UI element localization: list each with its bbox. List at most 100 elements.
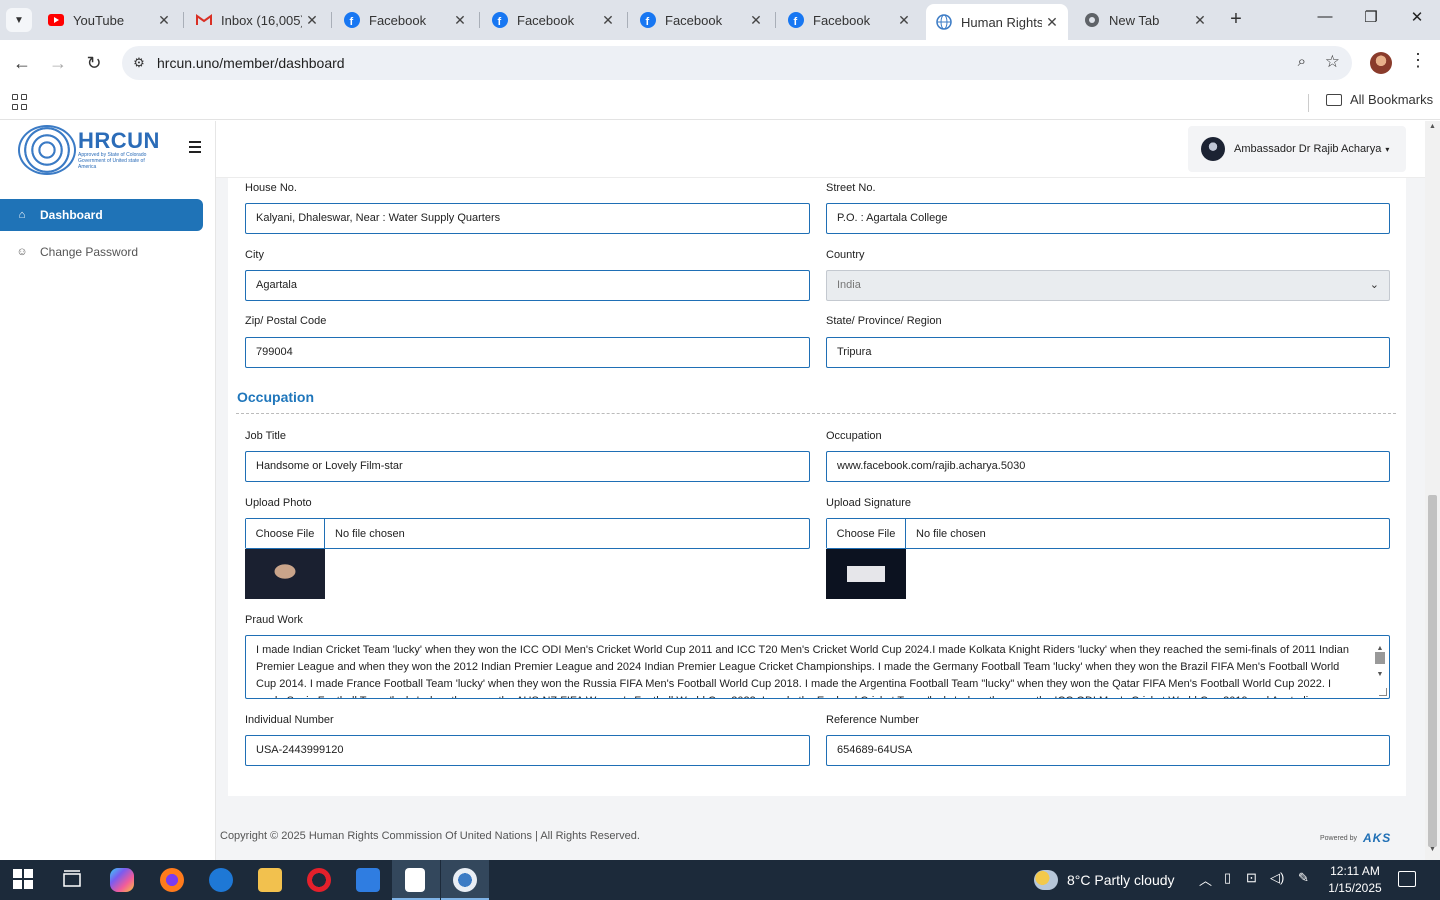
sidebar-item-change-password[interactable]: ☺ Change Password bbox=[0, 236, 203, 268]
tab-facebook-3[interactable]: f Facebook ✕ bbox=[630, 4, 772, 36]
close-tab-icon[interactable]: ✕ bbox=[894, 12, 914, 29]
system-clock[interactable]: 12:11 AM 1/15/2025 bbox=[1322, 863, 1388, 897]
microsoft-store-icon[interactable] bbox=[356, 868, 380, 892]
windows-taskbar: 8°C Partly cloudy ︿ ▯ ⊡ ◁) ✎ 12:11 AM 1/… bbox=[0, 860, 1440, 900]
opera-icon[interactable] bbox=[307, 868, 331, 892]
reference-number-field[interactable]: 654689-64USA bbox=[826, 735, 1390, 766]
occupation-field[interactable]: www.facebook.com/rajib.acharya.5030 bbox=[826, 451, 1390, 482]
resize-grip-icon[interactable] bbox=[1379, 688, 1387, 696]
close-tab-icon[interactable]: ✕ bbox=[154, 12, 174, 29]
all-bookmarks-button[interactable]: All Bookmarks bbox=[1326, 92, 1433, 107]
profile-avatar[interactable] bbox=[1370, 52, 1392, 74]
street-field[interactable]: P.O. : Agartala College bbox=[826, 203, 1390, 234]
close-tab-icon[interactable]: ✕ bbox=[1190, 12, 1210, 29]
individual-number-field[interactable]: USA-2443999120 bbox=[245, 735, 810, 766]
textarea-scrollbar[interactable]: ▲ ▼ bbox=[1374, 640, 1386, 690]
weather-widget[interactable]: 8°C Partly cloudy bbox=[1034, 870, 1175, 890]
tab-facebook-4[interactable]: f Facebook ✕ bbox=[778, 4, 920, 36]
city-label: City bbox=[245, 249, 264, 261]
close-tab-icon[interactable]: ✕ bbox=[1042, 14, 1062, 31]
street-label: Street No. bbox=[826, 182, 876, 194]
site-settings-icon[interactable]: ⚙ bbox=[130, 54, 148, 72]
close-tab-icon[interactable]: ✕ bbox=[450, 12, 470, 29]
country-label: Country bbox=[826, 249, 865, 261]
chevron-down-icon: ⌄ bbox=[1369, 279, 1379, 291]
facebook-icon: f bbox=[492, 12, 508, 28]
photo-thumbnail bbox=[245, 549, 325, 599]
page-scrollbar[interactable]: ▲ ▼ bbox=[1425, 121, 1440, 860]
task-view-icon[interactable] bbox=[60, 868, 84, 892]
occupation-label: Occupation bbox=[826, 430, 882, 442]
house-field[interactable]: Kalyani, Dhaleswar, Near : Water Supply … bbox=[245, 203, 810, 234]
notepad-icon[interactable] bbox=[405, 868, 425, 892]
tab-search-icon[interactable]: ▼ bbox=[6, 8, 32, 32]
network-icon[interactable]: ⊡ bbox=[1246, 870, 1257, 886]
maximize-button[interactable]: ❐ bbox=[1356, 8, 1386, 32]
home-icon: ⌂ bbox=[18, 209, 26, 221]
state-field[interactable]: Tripura bbox=[826, 337, 1390, 368]
tab-youtube[interactable]: YouTube ✕ bbox=[38, 4, 180, 36]
praud-work-textarea[interactable]: I made Indian Cricket Team 'lucky' when … bbox=[245, 635, 1390, 699]
section-divider bbox=[236, 413, 1396, 414]
zoom-icon[interactable]: ⌕ bbox=[1298, 53, 1306, 70]
sidebar-item-dashboard[interactable]: ⌂ Dashboard bbox=[0, 199, 203, 231]
forward-button[interactable]: → bbox=[45, 50, 71, 76]
upload-photo-input[interactable]: Choose File No file chosen bbox=[245, 518, 810, 549]
user-menu[interactable]: Ambassador Dr Rajib Acharya ▾ bbox=[1188, 126, 1406, 172]
reload-button[interactable]: ↻ bbox=[81, 50, 107, 76]
omnibox[interactable]: ⚙ hrcun.uno/member/dashboard ⌕ ☆ bbox=[122, 46, 1352, 80]
hamburger-menu-icon[interactable] bbox=[189, 141, 201, 153]
address-bar-row: ← → ↻ ⚙ hrcun.uno/member/dashboard ⌕ ☆ ⋮ bbox=[0, 40, 1440, 86]
tab-gmail[interactable]: Inbox (16,005) ✕ bbox=[186, 4, 328, 36]
browser-menu-icon[interactable]: ⋮ bbox=[1408, 50, 1428, 71]
new-tab-button[interactable]: + bbox=[1224, 8, 1248, 32]
un-globe-icon bbox=[18, 125, 76, 175]
city-field[interactable]: Agartala bbox=[245, 270, 810, 301]
tab-new-tab[interactable]: New Tab ✕ bbox=[1074, 4, 1216, 36]
job-title-field[interactable]: Handsome or Lovely Film-star bbox=[245, 451, 810, 482]
minimize-button[interactable]: — bbox=[1310, 8, 1340, 32]
url-text[interactable]: hrcun.uno/member/dashboard bbox=[157, 55, 345, 71]
file-explorer-icon[interactable] bbox=[258, 868, 282, 892]
close-tab-icon[interactable]: ✕ bbox=[598, 12, 618, 29]
reference-number-label: Reference Number bbox=[826, 714, 919, 726]
choose-file-button[interactable]: Choose File bbox=[827, 519, 906, 548]
back-button[interactable]: ← bbox=[9, 50, 35, 76]
upload-signature-input[interactable]: Choose File No file chosen bbox=[826, 518, 1390, 549]
svg-text:f: f bbox=[498, 16, 502, 28]
notification-icon[interactable] bbox=[1398, 871, 1416, 887]
apps-grid-icon[interactable] bbox=[12, 94, 28, 110]
tab-facebook-2[interactable]: f Facebook ✕ bbox=[482, 4, 624, 36]
powered-by[interactable]: Powered by AKS bbox=[1320, 831, 1391, 845]
youtube-icon bbox=[48, 12, 64, 28]
scrollbar-thumb[interactable] bbox=[1428, 495, 1437, 847]
bookmark-star-icon[interactable]: ☆ bbox=[1325, 52, 1340, 72]
firefox-icon[interactable] bbox=[160, 868, 184, 892]
close-tab-icon[interactable]: ✕ bbox=[746, 12, 766, 29]
close-window-button[interactable]: ✕ bbox=[1402, 8, 1432, 32]
windows-start-icon[interactable] bbox=[12, 868, 36, 892]
state-label: State/ Province/ Region bbox=[826, 315, 942, 327]
choose-file-button[interactable]: Choose File bbox=[246, 519, 325, 548]
tab-human-rights[interactable]: Human Rights ✕ bbox=[926, 4, 1068, 40]
volume-icon[interactable]: ◁) bbox=[1270, 870, 1284, 886]
facebook-icon: f bbox=[788, 12, 804, 28]
country-select[interactable]: India ⌄ bbox=[826, 270, 1390, 301]
copilot-icon[interactable] bbox=[110, 868, 134, 892]
house-label: House No. bbox=[245, 182, 297, 194]
close-tab-icon[interactable]: ✕ bbox=[302, 12, 322, 29]
partly-cloudy-icon bbox=[1034, 870, 1058, 890]
battery-icon[interactable]: ▯ bbox=[1224, 870, 1231, 886]
user-icon: ☺ bbox=[16, 246, 28, 258]
pen-icon[interactable]: ✎ bbox=[1298, 870, 1309, 886]
profile-form-card: House No. Kalyani, Dhaleswar, Near : Wat… bbox=[228, 178, 1406, 796]
teamviewer-icon[interactable] bbox=[209, 868, 233, 892]
zip-field[interactable]: 799004 bbox=[245, 337, 810, 368]
tab-facebook-1[interactable]: f Facebook ✕ bbox=[334, 4, 476, 36]
chevron-up-icon[interactable]: ︿ bbox=[1199, 870, 1212, 889]
hrcun-logo[interactable]: HRCUN Approved by State of Colorado Gove… bbox=[18, 125, 178, 175]
upload-photo-label: Upload Photo bbox=[245, 497, 312, 509]
job-title-label: Job Title bbox=[245, 430, 286, 442]
sidebar: HRCUN Approved by State of Colorado Gove… bbox=[0, 121, 216, 860]
chrome-profile-icon[interactable] bbox=[453, 868, 477, 892]
